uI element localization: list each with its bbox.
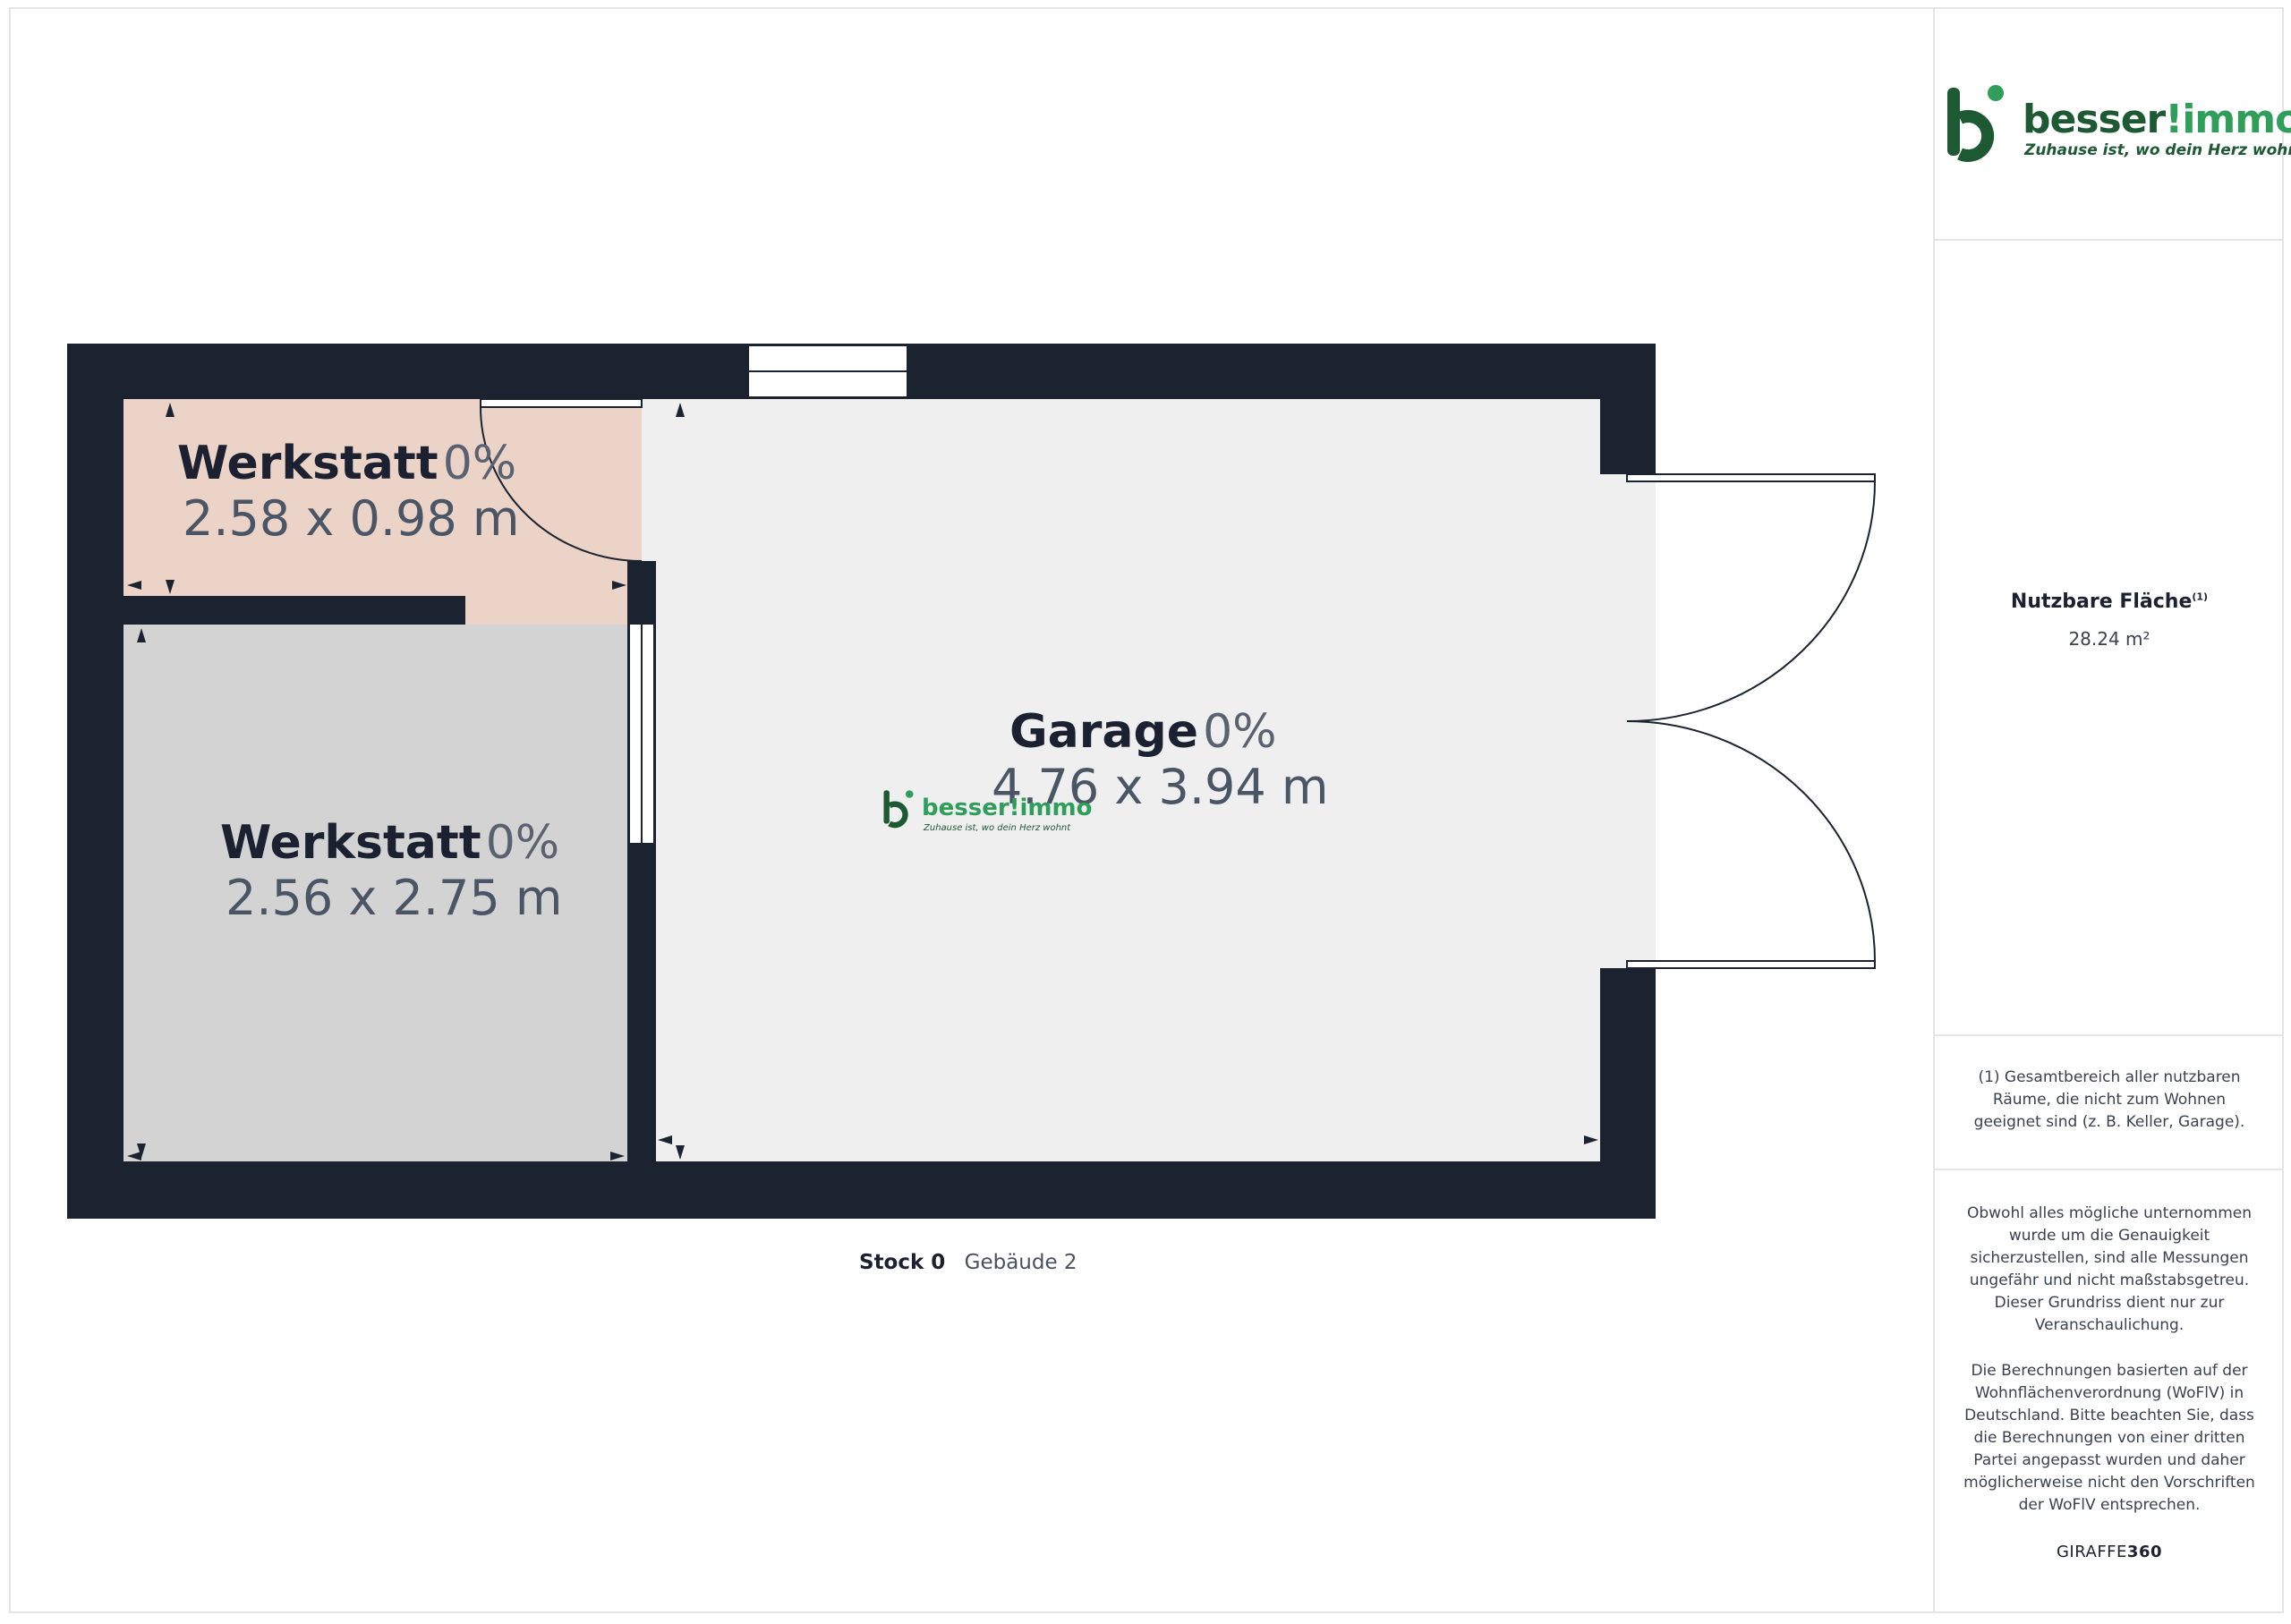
building-label: Gebäude 2 (964, 1251, 1077, 1274)
room-dimensions: 2.58 x 0.98 m (183, 490, 520, 547)
disclaimer-accuracy: Obwohl alles mögliche unternommen wurde … (1966, 1204, 2253, 1334)
opening-werkstatt (465, 596, 627, 625)
usable-area-label: Nutzbare Fläche(1) (2010, 591, 2209, 613)
room-name: Werkstatt (177, 437, 439, 490)
room-label-werkstatt-small: Werkstatt 0% 2.58 x 0.98 m (177, 437, 520, 547)
sidebar-separator-low (1933, 1169, 2284, 1170)
footnote-text: (1) Gesamtbereich aller nutzbaren Räume,… (1973, 1068, 2245, 1131)
interior-wall-horizontal (123, 596, 465, 625)
room-name: Garage (1009, 705, 1198, 759)
watermark-logo-mark (883, 790, 914, 829)
room-percent: 0% (485, 816, 560, 870)
room-percent: 0% (442, 437, 517, 490)
floor-label: Stock 0 (859, 1251, 946, 1274)
room-label-werkstatt-large: Werkstatt 0% 2.56 x 2.75 m (220, 816, 563, 926)
logo-wordmark: besser!immo (2023, 97, 2291, 142)
footnote-marker: (1) (2192, 591, 2209, 603)
logo-mark-icon (1947, 85, 2004, 162)
brand-logo: besser!immo Zuhause ist, wo dein Herz wo… (1944, 82, 2291, 172)
floor-caption: Stock 0 Gebäude 2 (859, 1251, 1077, 1274)
room-percent: 0% (1203, 705, 1277, 759)
usable-area-value: 28.24 m² (2068, 628, 2150, 650)
room-name: Werkstatt (220, 816, 481, 870)
garage-door-swing-top (1626, 480, 1876, 722)
garage-door-swing-bottom (1626, 720, 1876, 962)
watermark-tagline: Zuhause ist, wo dein Herz wohnt (924, 823, 1071, 833)
disclaimer-wofiv: Die Berechnungen basierten auf der Wohnf… (1963, 1362, 2255, 1514)
door-leaf-werkstatt (480, 398, 643, 408)
giraffe360-brand: GIRAFFE360 (2056, 1543, 2162, 1561)
sidebar-separator-mid (1933, 1034, 2284, 1036)
logo-tagline: Zuhause ist, wo dein Herz wohnt (2024, 141, 2291, 159)
garage-door-leaf-top (1626, 473, 1876, 482)
sidebar-divider (1933, 7, 1935, 1613)
watermark-wordmark: besser!immo (922, 795, 1093, 821)
garage-door-leaf-bottom (1626, 960, 1876, 969)
floor-plan: Werkstatt 0% 2.58 x 0.98 m Werkstatt 0% … (0, 0, 1933, 1620)
sidebar-separator-top (1933, 239, 2284, 241)
watermark-logo: besser!immo Zuhause ist, wo dein Herz wo… (881, 787, 1092, 841)
room-dimensions: 2.56 x 2.75 m (226, 870, 563, 926)
